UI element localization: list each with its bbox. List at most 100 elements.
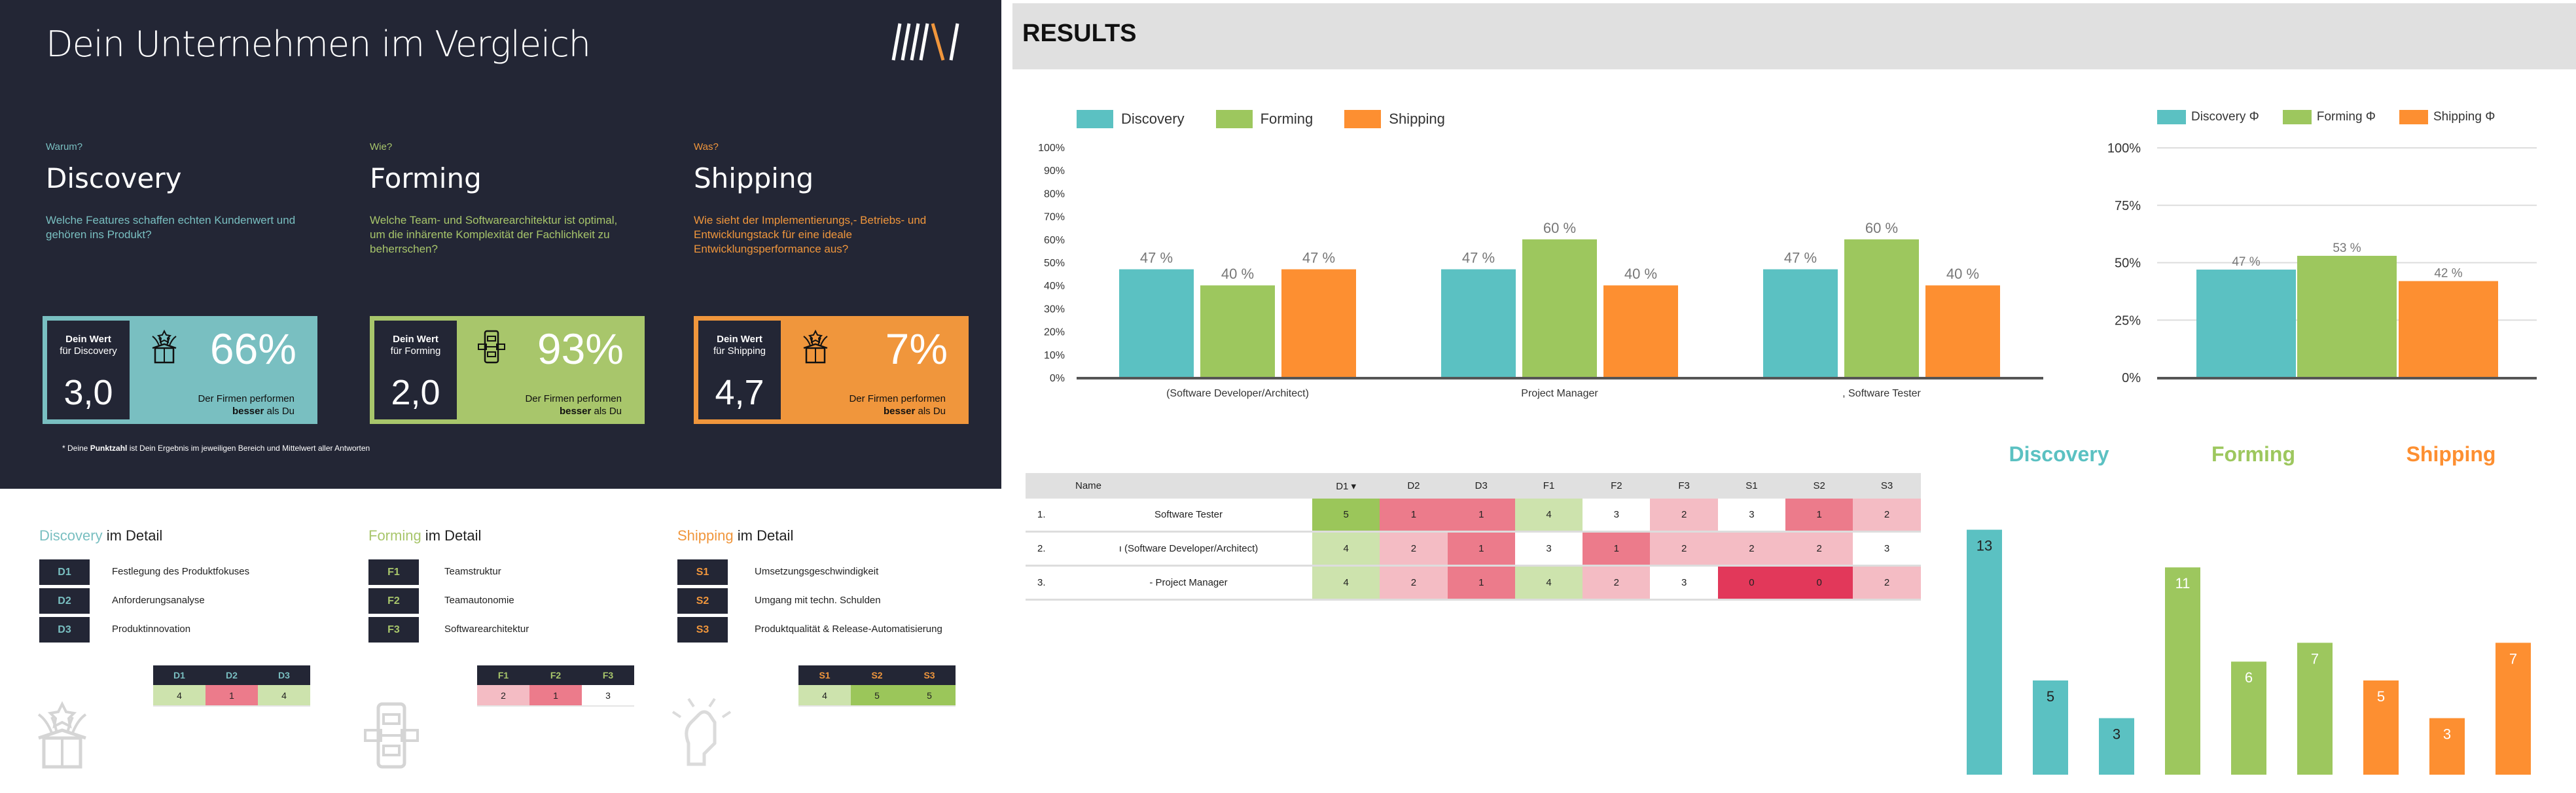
score-cell: 1 bbox=[1583, 533, 1651, 565]
count-bar-forming bbox=[2165, 567, 2200, 775]
row-name: - Project Manager bbox=[1149, 577, 1228, 588]
y-tick-label: 25% bbox=[2115, 313, 2141, 328]
column-header[interactable]: F1 bbox=[1515, 473, 1583, 499]
bar-shipping bbox=[1603, 285, 1678, 378]
y-tick-label: 50% bbox=[2115, 256, 2141, 271]
y-tick-label: 60% bbox=[1044, 235, 1065, 246]
column-header[interactable]: S2 bbox=[1785, 473, 1853, 499]
y-tick-label: 40% bbox=[1044, 281, 1065, 292]
score-cell: 4 bbox=[1312, 533, 1380, 565]
score-cell: 1 bbox=[1447, 567, 1515, 599]
score-cell: 2 bbox=[1650, 533, 1718, 565]
data-label: 40 % bbox=[1624, 266, 1657, 282]
score-cell: 0 bbox=[1717, 567, 1786, 599]
y-tick-label: 100% bbox=[1038, 143, 1065, 154]
data-label: 40 % bbox=[1946, 266, 1979, 282]
y-tick-label: 0% bbox=[2122, 371, 2141, 385]
data-label: 40 % bbox=[1221, 266, 1254, 282]
column-header-name[interactable]: Name bbox=[1026, 473, 1312, 499]
table-header: Name D1 ▾ D2 D3 F1 F2 F3 S1 S2 S3 bbox=[1026, 473, 1921, 499]
data-label: 60 % bbox=[1543, 220, 1576, 236]
column-header[interactable]: F3 bbox=[1650, 473, 1717, 499]
bar-value-label: 3 bbox=[2443, 726, 2451, 743]
y-tick-label: 90% bbox=[1044, 166, 1065, 177]
score-cell: 1 bbox=[1380, 499, 1448, 531]
score-cell: 2 bbox=[1717, 533, 1786, 565]
row-name: Software Tester bbox=[1154, 509, 1223, 520]
bar-shipping-average bbox=[2399, 281, 2498, 378]
group-title-shipping: Shipping bbox=[2406, 442, 2496, 466]
score-cell: 3 bbox=[1583, 499, 1651, 531]
bar-forming-average bbox=[2297, 255, 2397, 378]
bar-value-label: 13 bbox=[1977, 538, 1992, 554]
x-tick-label: , Software Tester bbox=[1842, 388, 1921, 399]
score-cell: 2 bbox=[1853, 499, 1921, 531]
row-rank: 2. bbox=[1037, 543, 1046, 554]
score-cell: 1 bbox=[1785, 499, 1853, 531]
y-tick-label: 20% bbox=[1044, 327, 1065, 338]
bar-forming bbox=[1200, 285, 1275, 378]
y-tick-label: 75% bbox=[2115, 199, 2141, 213]
y-tick-label: 0% bbox=[1050, 373, 1065, 384]
table-row: 2. ı (Software Developer/Architect) 4 2 1 3 1 2… bbox=[1026, 533, 1921, 567]
row-rank: 1. bbox=[1037, 509, 1046, 520]
score-cell: 3 bbox=[1650, 567, 1718, 599]
bar-forming bbox=[1844, 239, 1919, 378]
column-header[interactable]: S3 bbox=[1853, 473, 1920, 499]
data-label: 47 % bbox=[1784, 250, 1817, 266]
bar-value-label: 5 bbox=[2047, 688, 2054, 705]
score-cell: 3 bbox=[1514, 533, 1583, 565]
table-row: 3. - Project Manager 4 2 1 4 2 3 0 0 2 bbox=[1026, 567, 1921, 601]
bar-discovery bbox=[1441, 269, 1516, 378]
y-tick-label: 30% bbox=[1044, 304, 1065, 315]
data-label: 47 % bbox=[1462, 250, 1495, 266]
bar-shipping bbox=[1281, 269, 1356, 378]
table-row: 1. Software Tester 5 1 1 4 3 2 3 1 2 bbox=[1026, 499, 1921, 533]
x-tick-label: (Software Developer/Architect) bbox=[1166, 388, 1309, 399]
row-rank: 3. bbox=[1037, 577, 1046, 588]
y-tick-label: 80% bbox=[1044, 188, 1065, 200]
score-cell: 4 bbox=[1514, 499, 1583, 531]
bar-value-label: 7 bbox=[2509, 650, 2517, 667]
bar-value-label: 7 bbox=[2311, 650, 2319, 667]
data-label: 47 % bbox=[1140, 250, 1173, 266]
score-cell: 2 bbox=[1785, 533, 1853, 565]
bar-forming bbox=[1522, 239, 1597, 378]
score-cell: 5 bbox=[1312, 499, 1380, 531]
y-tick-label: 50% bbox=[1044, 258, 1065, 269]
scores-table: Name D1 ▾ D2 D3 F1 F2 F3 S1 S2 S3 1. Software Teste… bbox=[1026, 473, 1921, 601]
score-cell: 3 bbox=[1853, 533, 1921, 565]
column-header[interactable]: D1 ▾ bbox=[1312, 473, 1380, 499]
score-cell: 1 bbox=[1447, 499, 1515, 531]
x-tick-label: Project Manager bbox=[1521, 388, 1598, 399]
score-cell: 3 bbox=[1717, 499, 1786, 531]
data-label: 60 % bbox=[1865, 220, 1898, 236]
bar-shipping bbox=[1925, 285, 2000, 378]
column-header[interactable]: S1 bbox=[1718, 473, 1785, 499]
column-header[interactable]: F2 bbox=[1583, 473, 1650, 499]
score-cell: 2 bbox=[1650, 499, 1718, 531]
data-label: 47 % bbox=[2232, 255, 2260, 269]
column-header[interactable]: D3 bbox=[1448, 473, 1515, 499]
column-header[interactable]: D2 bbox=[1380, 473, 1447, 499]
data-label: 42 % bbox=[2434, 267, 2462, 281]
group-title-forming: Forming bbox=[2211, 442, 2295, 466]
bar-value-label: 6 bbox=[2245, 669, 2253, 686]
data-label: 53 % bbox=[2333, 241, 2361, 255]
bar-value-label: 3 bbox=[2113, 726, 2120, 743]
score-cell: 2 bbox=[1853, 567, 1921, 599]
bar-discovery bbox=[1763, 269, 1838, 378]
group-title-discovery: Discovery bbox=[2009, 442, 2109, 466]
bar-discovery bbox=[1119, 269, 1194, 378]
y-tick-label: 100% bbox=[2107, 141, 2141, 156]
bar-value-label: 11 bbox=[2175, 575, 2191, 591]
count-bar-discovery bbox=[1967, 529, 2002, 775]
score-cell: 0 bbox=[1785, 567, 1853, 599]
row-name: ı (Software Developer/Architect) bbox=[1118, 543, 1259, 554]
charts-layer: 0% 1 0% 20% 30% 40% 50% 60% 70% 80% 90% 100% 47 % 40 … bbox=[1038, 141, 2537, 775]
score-cell: 2 bbox=[1380, 567, 1448, 599]
y-tick-label: 70% bbox=[1044, 212, 1065, 223]
score-cell: 2 bbox=[1583, 567, 1651, 599]
score-cell: 4 bbox=[1312, 567, 1380, 599]
score-cell: 1 bbox=[1447, 533, 1515, 565]
